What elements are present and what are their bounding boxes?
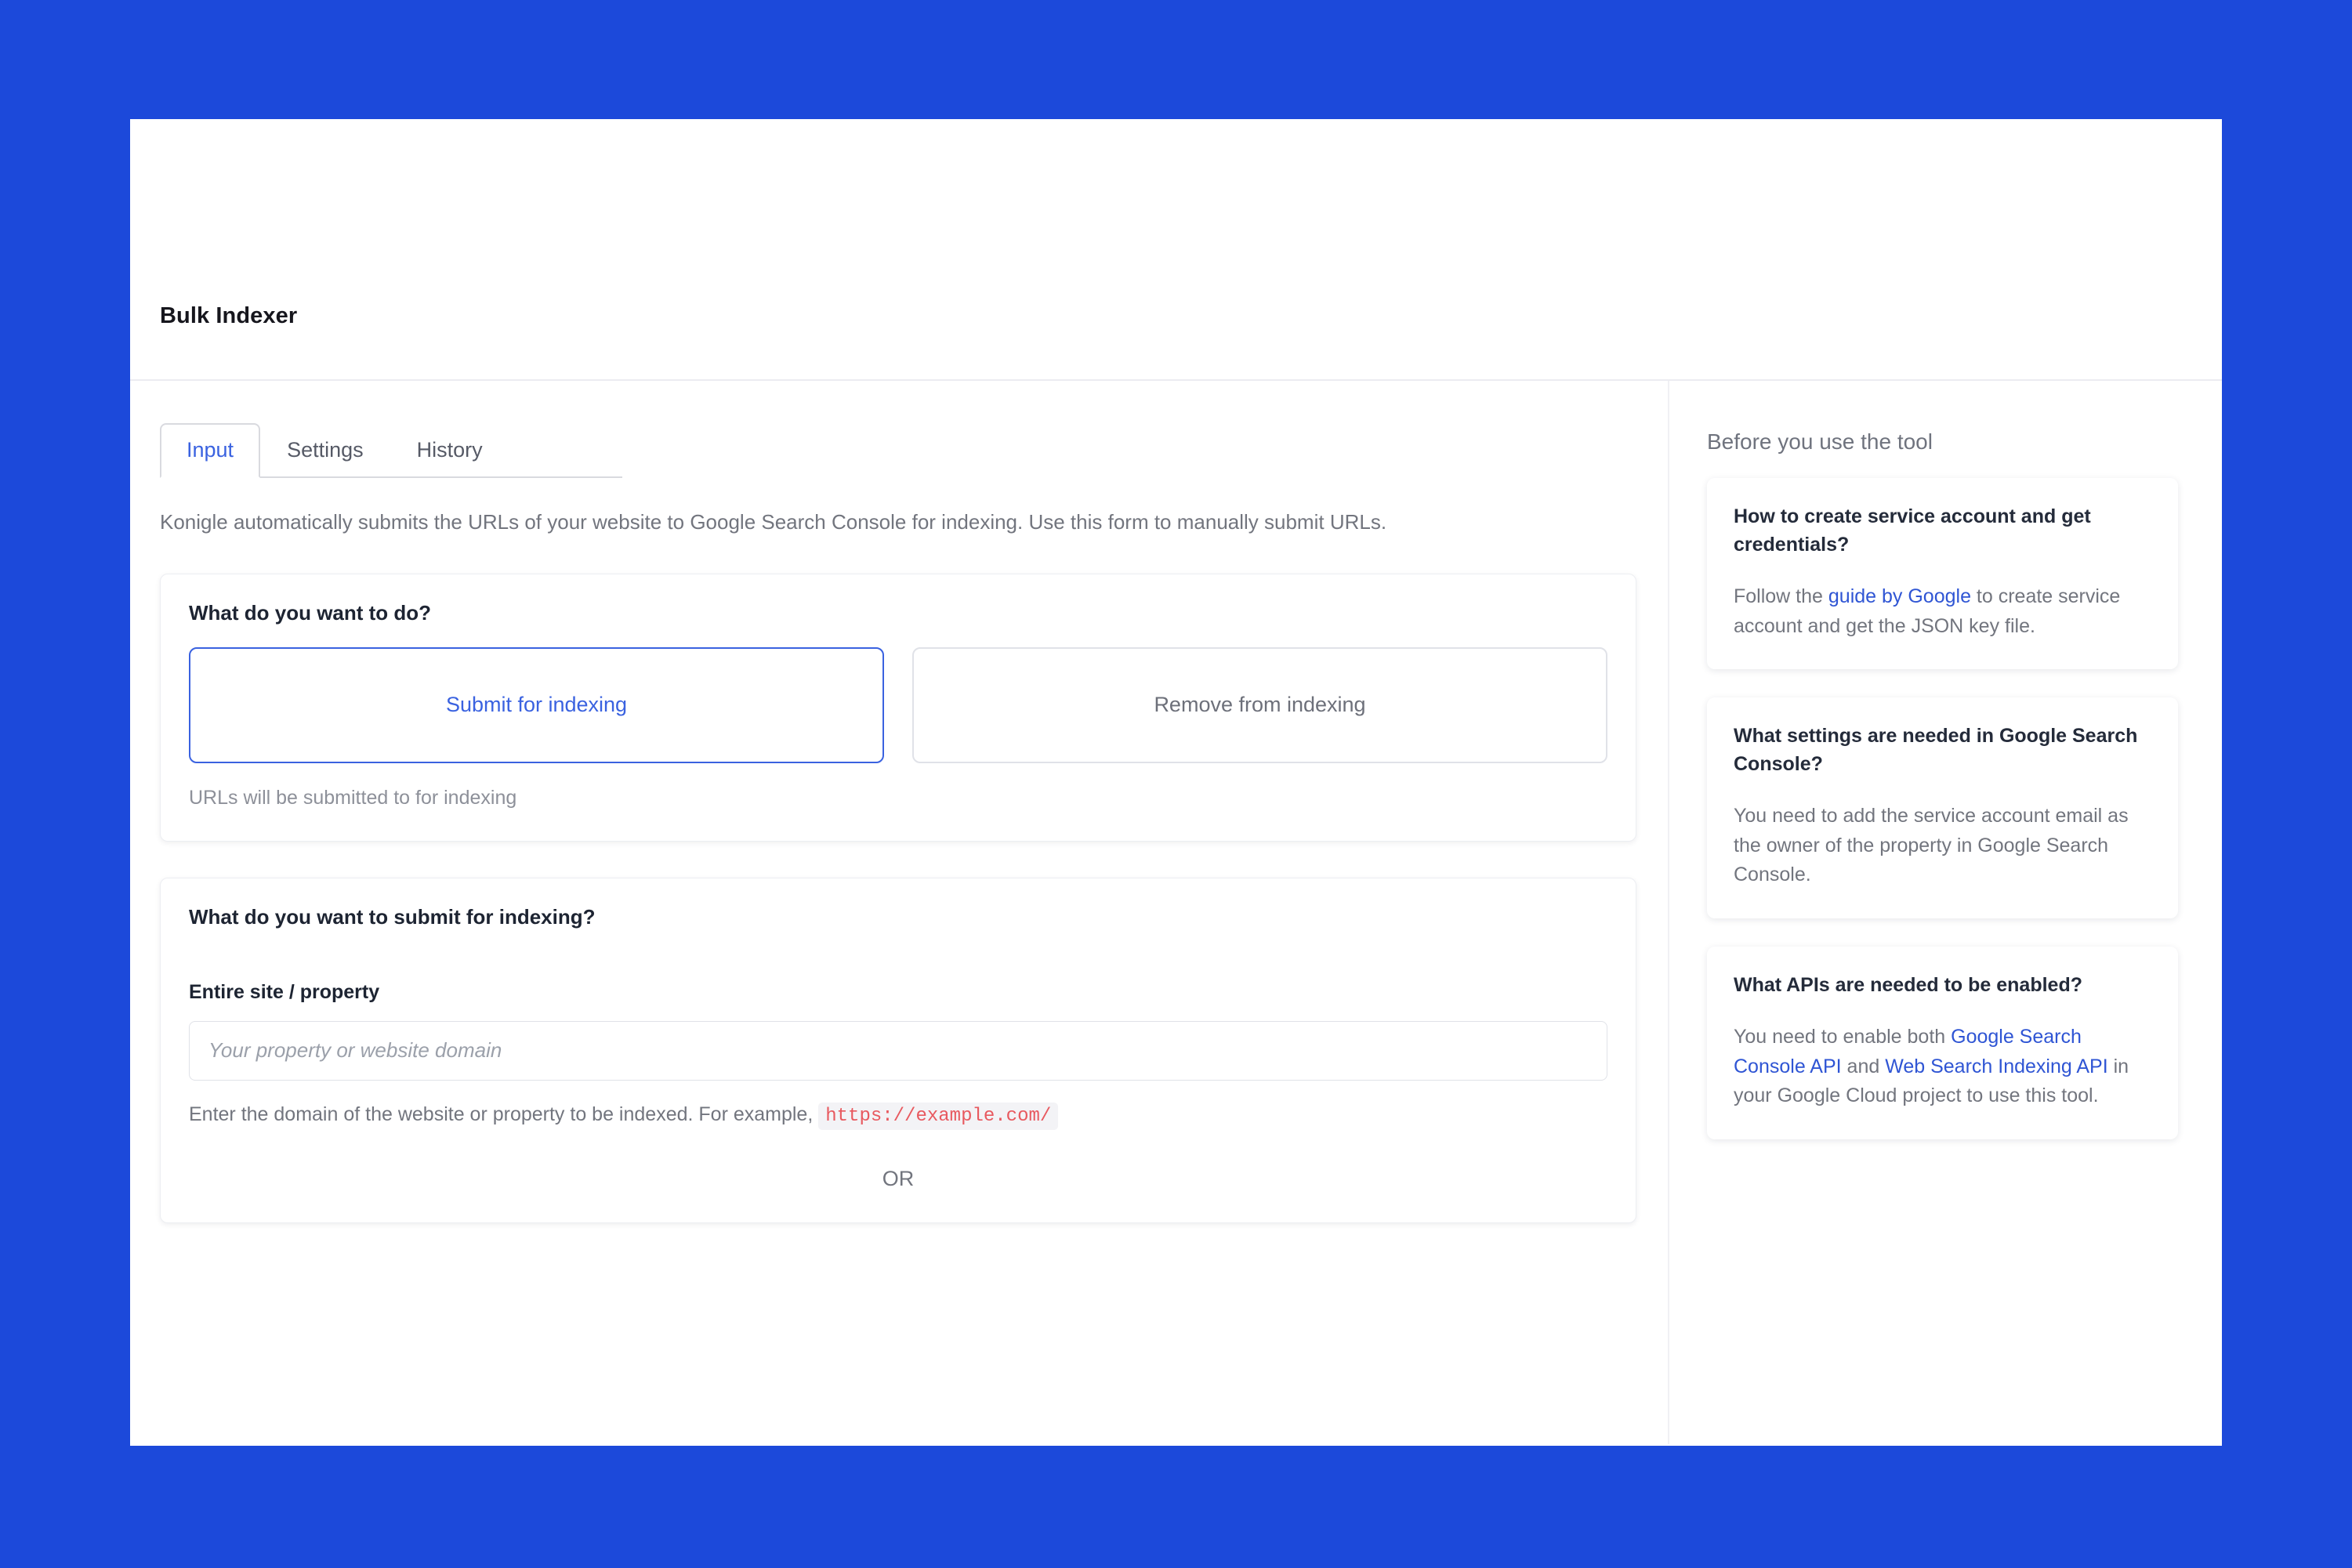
tab-history[interactable]: History xyxy=(390,423,509,478)
app-header: Bulk Indexer xyxy=(130,119,2222,381)
example-url-code: https://example.com/ xyxy=(818,1102,1059,1130)
info-text-segment: You need to enable both xyxy=(1734,1026,1952,1048)
intro-description: Konigle automatically submits the URLs o… xyxy=(160,510,1387,534)
info-text-segment: You need to add the service account emai… xyxy=(1734,805,2129,885)
info-card-title: What settings are needed in Google Searc… xyxy=(1734,725,2138,775)
info-card-gsc-settings: What settings are needed in Google Searc… xyxy=(1707,697,2178,918)
app-panel: Bulk Indexer Input Settings History Koni… xyxy=(130,119,2222,1446)
info-text-segment: Follow the xyxy=(1734,585,1828,607)
property-field-help: Enter the domain of the website or prope… xyxy=(189,1101,1607,1130)
remove-from-indexing-option[interactable]: Remove from indexing xyxy=(912,646,1607,763)
info-card-title: How to create service account and get cr… xyxy=(1734,505,2091,556)
info-card-title: What APIs are needed to be enabled? xyxy=(1734,973,2082,996)
property-domain-input[interactable] xyxy=(189,1020,1607,1081)
info-text-segment: and xyxy=(1841,1055,1886,1077)
tab-settings[interactable]: Settings xyxy=(260,423,390,478)
action-section-label: What do you want to do? xyxy=(189,600,432,625)
or-divider: OR xyxy=(882,1167,915,1191)
tab-input[interactable]: Input xyxy=(160,423,261,478)
action-section-card: What do you want to do? Submit for index… xyxy=(160,573,1636,842)
tab-bar: Input Settings History xyxy=(160,415,1636,478)
submit-for-indexing-option[interactable]: Submit for indexing xyxy=(189,646,884,763)
info-card-service-account: How to create service account and get cr… xyxy=(1707,478,2178,669)
submit-section-heading: What do you want to submit for indexing? xyxy=(189,904,596,929)
submit-section-card: What do you want to submit for indexing?… xyxy=(160,877,1636,1224)
page-title: Bulk Indexer xyxy=(160,303,298,328)
info-card-body: You need to add the service account emai… xyxy=(1734,802,2151,890)
web-search-indexing-api-link[interactable]: Web Search Indexing API xyxy=(1885,1056,2107,1077)
guide-by-google-link[interactable]: guide by Google xyxy=(1828,585,1971,607)
info-card-body: Follow the guide by Google to create ser… xyxy=(1734,582,2151,641)
property-field-help-text: Enter the domain of the website or prope… xyxy=(189,1103,814,1125)
main-column: Input Settings History Konigle automatic… xyxy=(130,381,1668,1444)
info-card-body: You need to enable both Google Search Co… xyxy=(1734,1023,2151,1111)
app-body: Input Settings History Konigle automatic… xyxy=(130,381,2222,1444)
property-field-label: Entire site / property xyxy=(189,980,380,1003)
info-card-required-apis: What APIs are needed to be enabled? You … xyxy=(1707,946,2178,1139)
sidebar-column: Before you use the tool How to create se… xyxy=(1668,381,2222,1444)
action-section-hint: URLs will be submitted to for indexing xyxy=(189,786,517,809)
sidebar-title: Before you use the tool xyxy=(1707,429,1933,454)
action-choice-row: Submit for indexing Remove from indexing xyxy=(189,646,1607,763)
